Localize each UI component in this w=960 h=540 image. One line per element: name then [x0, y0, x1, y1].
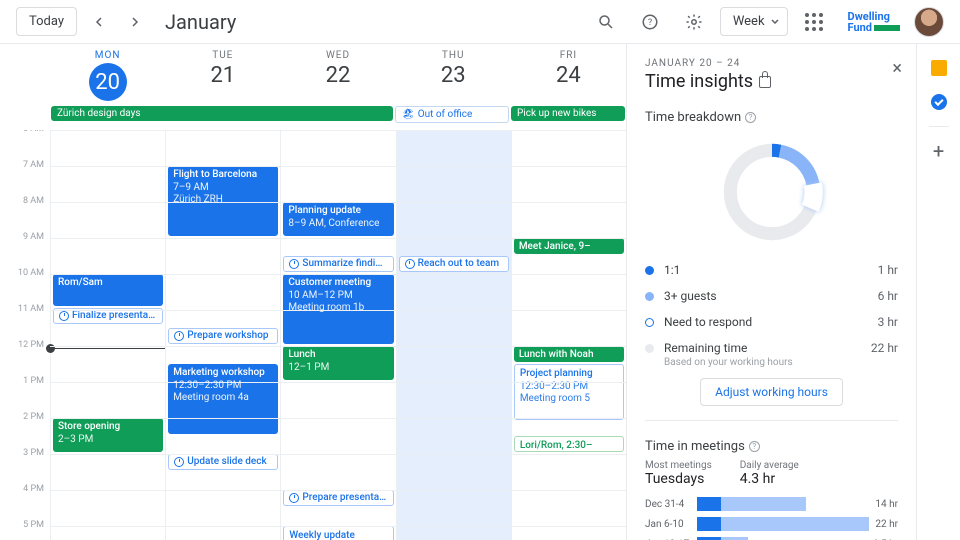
allday-row: Zürich design days 🏖Out of office Pick u…: [0, 106, 626, 126]
event[interactable]: Store opening2–3 PM: [53, 418, 163, 452]
event[interactable]: Weekly update5–6 PM, Meeting: [283, 526, 393, 540]
panel-title: Time insights: [645, 71, 898, 92]
now-indicator: [51, 348, 165, 349]
event[interactable]: Customer meeting10 AM–12 PMMeeting room …: [283, 274, 393, 344]
month-label: January: [165, 10, 236, 34]
event[interactable]: Rom/Sam: [53, 274, 163, 306]
day-header[interactable]: MON20: [50, 44, 165, 106]
day-header[interactable]: THU23: [396, 44, 511, 106]
event-allday[interactable]: Pick up new bikes: [511, 106, 625, 121]
breakdown-donut: [717, 137, 827, 247]
clock-icon: [174, 331, 184, 341]
tasks-button[interactable]: [929, 92, 949, 112]
day-column[interactable]: Rom/Sam Finalize presentation Store open…: [50, 130, 165, 540]
meeting-stats: Most meetingsTuesdays Daily average4.3 h…: [645, 460, 898, 487]
event-allday[interactable]: Zürich design days: [51, 106, 393, 121]
event[interactable]: Reach out to team: [399, 256, 509, 272]
prev-button[interactable]: [85, 8, 113, 36]
settings-button[interactable]: [676, 4, 712, 40]
search-icon: [597, 13, 615, 31]
legend: 1:11 hr 3+ guests6 hr Need to respond3 h…: [645, 257, 898, 368]
topbar: Today January ? Week Dwelling Fund: [0, 0, 960, 44]
event[interactable]: Lunch12–1 PM: [283, 346, 393, 380]
help-icon: ?: [641, 13, 659, 31]
lock-icon: [759, 76, 771, 88]
svg-text:?: ?: [648, 18, 652, 28]
day-column[interactable]: Meet Janice, 9– Lunch with Noah Project …: [511, 130, 626, 540]
side-panel: +: [916, 44, 960, 540]
keep-icon: [931, 60, 947, 76]
time-insights-panel: × JANUARY 20 – 24 Time insights Time bre…: [626, 44, 916, 540]
info-icon[interactable]: ?: [749, 441, 760, 452]
clock-icon: [289, 493, 299, 503]
search-button[interactable]: [588, 4, 624, 40]
event[interactable]: Lori/Rom, 2:30–: [514, 436, 624, 452]
day-header[interactable]: WED22: [280, 44, 395, 106]
event-ooo[interactable]: 🏖Out of office: [395, 106, 509, 123]
calendar: MON20 TUE21 WED22 THU23 FRI24 Zürich des…: [0, 44, 626, 540]
event[interactable]: Flight to Barcelona7–9 AMZürich ZRH: [168, 166, 278, 236]
section-title: Time in meetings?: [645, 439, 898, 454]
keep-button[interactable]: [929, 58, 949, 78]
day-header[interactable]: FRI24: [511, 44, 626, 106]
day-column[interactable]: Planning update8–9 AM, Conference Summar…: [280, 130, 395, 540]
info-icon[interactable]: ?: [745, 112, 756, 123]
date-range: JANUARY 20 – 24: [645, 58, 898, 69]
time-gutter: 6 AM 7 AM 8 AM 9 AM 10 AM 11 AM 12 PM 1 …: [0, 130, 50, 540]
add-addon-button[interactable]: +: [929, 141, 949, 161]
org-logo: Dwelling Fund: [848, 11, 900, 33]
apps-icon: [805, 13, 823, 31]
section-title: Time breakdown?: [645, 110, 898, 125]
event[interactable]: Planning update8–9 AM, Conference: [283, 202, 393, 236]
clock-icon: [405, 259, 415, 269]
tasks-icon: [931, 94, 947, 110]
event[interactable]: Update slide deck: [168, 454, 278, 470]
chevron-down-icon: [771, 19, 779, 24]
day-column[interactable]: Flight to Barcelona7–9 AMZürich ZRH Prep…: [165, 130, 280, 540]
event[interactable]: Prepare presentation: [283, 490, 393, 506]
clock-icon: [174, 457, 184, 467]
gear-icon: [685, 13, 703, 31]
clock-icon: [289, 259, 299, 269]
day-column[interactable]: Reach out to team: [396, 130, 511, 540]
chevron-left-icon: [94, 17, 104, 27]
day-headers: MON20 TUE21 WED22 THU23 FRI24: [0, 44, 626, 106]
event[interactable]: Summarize findings: [283, 256, 393, 272]
clock-icon: [59, 311, 69, 321]
event[interactable]: Meet Janice, 9–: [514, 238, 624, 254]
week-bar: Dec 31-414 hr: [645, 497, 898, 511]
legend-note: Based on your working hours: [664, 357, 898, 368]
chevron-right-icon: [130, 17, 140, 27]
today-button[interactable]: Today: [16, 7, 77, 36]
view-selector[interactable]: Week: [720, 7, 788, 36]
event[interactable]: Prepare workshop: [168, 328, 278, 344]
account-avatar[interactable]: [914, 7, 944, 37]
event[interactable]: Lunch with Noah: [514, 346, 624, 362]
week-bar: Jan 6-1022 hr: [645, 517, 898, 531]
ooo-background: [397, 130, 511, 540]
day-header[interactable]: TUE21: [165, 44, 280, 106]
next-button[interactable]: [121, 8, 149, 36]
help-button[interactable]: ?: [632, 4, 668, 40]
event[interactable]: Marketing workshop12:30–2:30 PMMeeting r…: [168, 364, 278, 434]
view-label: Week: [733, 14, 765, 29]
apps-button[interactable]: [796, 4, 832, 40]
event[interactable]: Project planning12:30–2:30 PMMeeting roo…: [514, 364, 624, 420]
adjust-hours-button[interactable]: Adjust working hours: [700, 378, 843, 406]
close-button[interactable]: ×: [892, 58, 902, 79]
